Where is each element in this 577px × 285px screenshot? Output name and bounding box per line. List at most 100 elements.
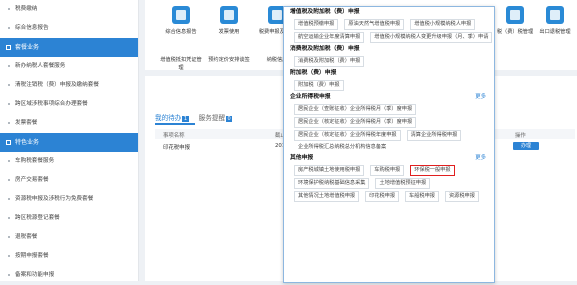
sidebar-item[interactable]: 跨区税源登记套餐 — [0, 209, 138, 228]
declaration-link[interactable]: 居民企业（查账征收）企业所得税月（季）度申报 — [294, 104, 417, 115]
bullet-icon — [8, 83, 10, 86]
section-icon — [6, 45, 11, 50]
tab-bar: 我的待办 1 服务提醒 0 — [155, 112, 240, 122]
bullet-icon — [8, 178, 10, 181]
declaration-link[interactable]: 资源税申报 — [444, 191, 479, 202]
sidebar-item[interactable]: 房产交易套餐 — [0, 171, 138, 190]
sidebar-item[interactable]: 按期申报套餐 — [0, 247, 138, 266]
section-title-text: 增值税及附加税（费）申报 — [290, 9, 360, 15]
sidebar-section-label: 特色业务 — [15, 139, 40, 146]
declaration-link[interactable]: 增值税小规模纳税人申报 — [410, 19, 476, 30]
declaration-link[interactable]: 其他情况土地增值税申报 — [294, 191, 360, 202]
service-icon — [172, 6, 190, 24]
service-tile[interactable]: 税（费）税管理 — [495, 6, 535, 36]
column-header-name: 事项名称 — [163, 133, 185, 139]
dropdown-link-group: 房产税城镇土地使用税申报 车购税申报 环保税一般申报环境保护税纳税基础信息采集 土地增… — [284, 164, 494, 203]
sidebar-item-label: 跨区税源登记套餐 — [15, 215, 60, 221]
dropdown-section-title: 附加税（费）申报 — [284, 68, 494, 79]
sidebar-item[interactable]: 跨区域涉税事项综合办理套餐 — [0, 95, 138, 114]
dropdown-link-group: 居民企业（查账征收）企业所得税月（季）度申报居民企业（核定征收）企业所得税月（季… — [284, 103, 494, 142]
declaration-link[interactable]: 消费税及附加税（费）申报 — [294, 56, 365, 67]
service-label: 发票使用 — [218, 29, 240, 35]
service-icon — [506, 6, 524, 24]
sidebar-item[interactable]: 发票套餐 — [0, 114, 138, 133]
sidebar-section-header[interactable]: 套餐业务 — [0, 38, 138, 57]
active-tab-indicator — [155, 123, 195, 125]
sidebar-item[interactable]: 资源税申报及涉税行为免费套餐 — [0, 190, 138, 209]
service-tile[interactable]: 出口退税管理 — [535, 6, 575, 36]
declaration-link[interactable]: 企业所得税汇总纳税总分机构信息备案 — [284, 142, 494, 153]
bullet-icon — [8, 197, 10, 200]
service-tile[interactable]: 预约定价安排谈签 — [207, 40, 251, 64]
section-title-text: 企业所得税申报 — [290, 94, 331, 100]
declaration-link[interactable]: 居民企业（核定征收）企业所得税月（季）度申报 — [294, 117, 417, 128]
declaration-link[interactable]: 印花税申报 — [365, 191, 400, 202]
sidebar-item[interactable]: 税费缴纳 — [0, 0, 138, 19]
service-label: 综合信息报告 — [165, 29, 197, 35]
sidebar-item[interactable]: 退税套餐 — [0, 228, 138, 247]
bullet-icon — [8, 121, 10, 124]
sidebar: 税费缴纳综合信息报告 套餐业务新办纳税人套餐服务清税注销税（费）申报及缴纳套餐 跨区… — [0, 0, 139, 281]
sidebar-section-label: 套餐业务 — [15, 44, 40, 51]
service-tile[interactable]: 增值税抵扣凭证管理 — [159, 40, 203, 72]
tab-service-reminder[interactable]: 服务提醒 0 — [199, 112, 233, 122]
service-label: 出口退税管理 — [539, 29, 571, 35]
dropdown-section-title: 增值税及附加税（费）申报 — [284, 7, 494, 18]
declaration-link[interactable]: 航空运输企业年度清算申报 — [294, 32, 365, 43]
dropdown-link-group: 附加税（费）申报 — [284, 79, 494, 92]
dropdown-section-title: 消费税及附加税（费）申报 — [284, 44, 494, 55]
sidebar-item[interactable]: 综合信息报告 — [0, 19, 138, 38]
bullet-icon — [8, 273, 10, 276]
sidebar-item-label: 房产交易套餐 — [15, 177, 49, 183]
declaration-link[interactable]: 增值税预缴申报 — [294, 19, 339, 30]
more-link[interactable]: 更多 — [475, 153, 486, 164]
service-label: 增值税抵扣凭证管理 — [160, 57, 202, 71]
sidebar-item-label: 新办纳税人套餐服务 — [15, 63, 66, 69]
row-item-name: 印花税申报 — [163, 145, 190, 151]
reminder-count-badge: 0 — [226, 116, 233, 122]
service-label: 预约定价安排谈签 — [208, 57, 250, 63]
declaration-link[interactable]: 附加税（费）申报 — [294, 80, 344, 91]
declaration-link[interactable]: 居民企业（核定征收）企业所得税年度申报 — [294, 130, 401, 141]
right-icons-panel: 税（费）税管理 出口退税管理 — [495, 0, 577, 70]
column-header-action: 操作 — [515, 133, 526, 139]
section-title-text: 附加税（费）申报 — [290, 70, 337, 76]
declaration-link[interactable]: 房产税城镇土地使用税申报 — [294, 165, 365, 176]
sidebar-item[interactable]: 车购税套餐服务 — [0, 152, 138, 171]
bullet-icon — [8, 159, 10, 162]
declaration-link[interactable]: 车购税申报 — [370, 165, 405, 176]
todo-count-badge: 1 — [182, 116, 189, 122]
bullet-icon — [8, 254, 10, 257]
bullet-icon — [8, 64, 10, 67]
tab-my-todo[interactable]: 我的待办 1 — [155, 112, 189, 122]
handle-button[interactable]: 办理 — [513, 142, 539, 150]
sidebar-item-label: 备案和功能申报 — [15, 272, 55, 278]
sidebar-item[interactable]: 清税注销税（费）申报及缴纳套餐 — [0, 76, 138, 95]
service-tile[interactable]: 发票使用 — [207, 6, 251, 36]
more-link[interactable]: 更多 — [475, 92, 486, 103]
sidebar-item-label: 发票套餐 — [15, 120, 38, 126]
service-icon — [220, 6, 238, 24]
declaration-link[interactable]: 车船税申报 — [405, 191, 439, 202]
sidebar-item-label: 资源税申报及涉税行为免费套餐 — [15, 196, 94, 202]
service-tile[interactable]: 综合信息报告 — [159, 6, 203, 36]
sidebar-item-label: 综合信息报告 — [15, 25, 49, 31]
sidebar-item-label: 清税注销税（费）申报及缴纳套餐 — [15, 82, 99, 88]
dropdown-link-group: 消费税及附加税（费）申报 — [284, 55, 494, 68]
sidebar-item-label: 税费缴纳 — [15, 6, 38, 12]
declaration-link[interactable]: 清算企业所得税申报 — [406, 130, 462, 141]
dropdown-link-group: 增值税预缴申报 原油天然气增值税申报 增值税小规模纳税人申报航空运输企业年度清算申报… — [284, 18, 494, 44]
declaration-link[interactable]: 环境保护税纳税基础信息采集 — [294, 178, 370, 189]
sidebar-section-header[interactable]: 特色业务 — [0, 133, 138, 152]
declaration-link[interactable]: 土地增值税预征申报 — [375, 178, 431, 189]
sidebar-item-label: 跨区域涉税事项综合办理套餐 — [15, 101, 88, 107]
declaration-link[interactable]: 增值税小规模纳税人变更升级申报（月、季）申请 — [370, 32, 493, 43]
service-label: 税（费）税管理 — [496, 29, 534, 35]
section-icon — [6, 140, 11, 145]
bullet-icon — [8, 7, 10, 10]
sidebar-item[interactable]: 备案和功能申报 — [0, 266, 138, 285]
declaration-link[interactable]: 原油天然气增值税申报 — [344, 19, 405, 30]
env-tax-general-declaration-link[interactable]: 环保税一般申报 — [410, 165, 455, 176]
bullet-icon — [8, 102, 10, 105]
sidebar-item[interactable]: 新办纳税人套餐服务 — [0, 57, 138, 76]
